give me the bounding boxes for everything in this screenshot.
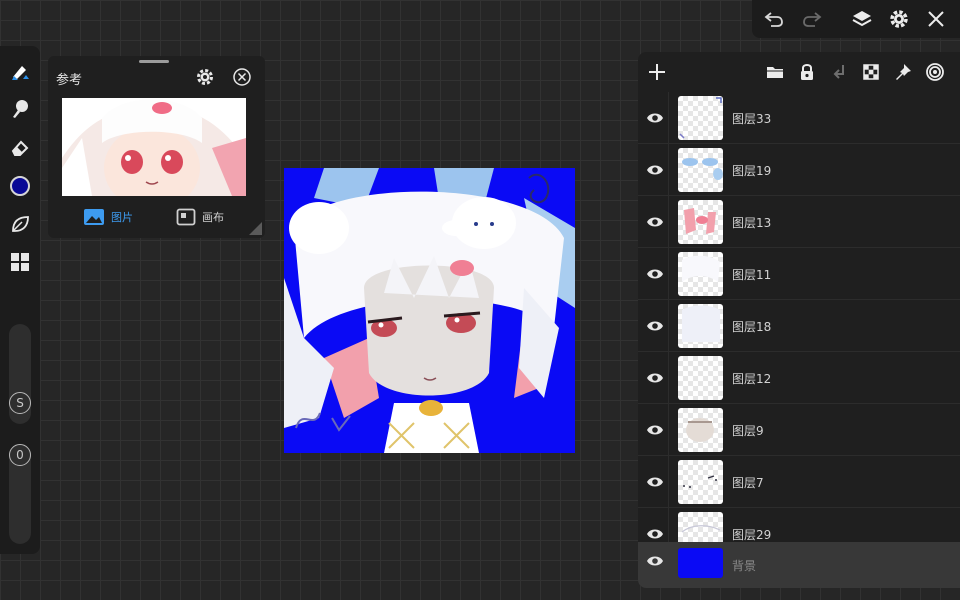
layer-name: 图层7 bbox=[732, 476, 764, 490]
visibility-eye-icon[interactable] bbox=[644, 107, 666, 129]
brush-icon[interactable] bbox=[6, 58, 34, 86]
grid-icon[interactable] bbox=[6, 248, 34, 276]
reference-title: 参考 bbox=[56, 73, 83, 88]
tab-image-label: 图片 bbox=[111, 211, 133, 224]
undo-icon[interactable] bbox=[762, 7, 786, 31]
layers-icon[interactable] bbox=[850, 7, 874, 31]
reference-tabs: 图片 画布 bbox=[62, 202, 246, 232]
target-icon[interactable] bbox=[924, 61, 946, 83]
settings-icon[interactable] bbox=[194, 66, 216, 88]
layer-thumbnail bbox=[678, 548, 723, 578]
leaf-icon[interactable] bbox=[6, 210, 34, 238]
color-swatch[interactable] bbox=[6, 172, 34, 200]
layer-name: 图层13 bbox=[732, 216, 772, 230]
current-color bbox=[10, 176, 30, 196]
close-icon[interactable] bbox=[924, 7, 948, 31]
layer-row-selected[interactable]: 背景 bbox=[638, 542, 960, 588]
layer-name: 图层19 bbox=[732, 164, 772, 178]
reference-image[interactable] bbox=[62, 98, 246, 196]
canvas-icon bbox=[176, 208, 196, 226]
divider bbox=[668, 196, 669, 248]
layer-thumbnail bbox=[678, 460, 723, 504]
redo-icon[interactable] bbox=[800, 7, 824, 31]
divider bbox=[668, 300, 669, 352]
resize-handle-icon[interactable] bbox=[247, 220, 263, 236]
visibility-eye-icon[interactable] bbox=[644, 550, 666, 572]
layer-thumbnail bbox=[678, 200, 723, 244]
layer-thumbnail bbox=[678, 148, 723, 192]
merge-down-icon[interactable] bbox=[828, 61, 850, 83]
visibility-eye-icon[interactable] bbox=[644, 471, 666, 493]
drag-handle[interactable] bbox=[139, 60, 169, 63]
divider bbox=[668, 404, 669, 456]
settings-icon[interactable] bbox=[887, 7, 911, 31]
layer-name: 图层29 bbox=[732, 528, 772, 542]
reference-panel: 参考 图片 画布 bbox=[48, 56, 265, 238]
visibility-eye-icon[interactable] bbox=[644, 263, 666, 285]
layer-row[interactable]: 图层12 bbox=[638, 352, 960, 404]
image-icon bbox=[84, 209, 104, 225]
layer-row[interactable]: 图层18 bbox=[638, 300, 960, 352]
lock-icon[interactable] bbox=[796, 61, 818, 83]
layer-row[interactable]: 图层19 bbox=[638, 144, 960, 196]
layers-toolbar bbox=[638, 52, 960, 92]
divider bbox=[668, 248, 669, 300]
artwork-illustration bbox=[284, 168, 575, 453]
tab-canvas-label: 画布 bbox=[202, 211, 224, 224]
pin-icon[interactable] bbox=[892, 61, 914, 83]
tab-image[interactable]: 图片 bbox=[62, 202, 154, 232]
transparency-icon[interactable] bbox=[860, 61, 882, 83]
layer-name: 图层33 bbox=[732, 112, 772, 126]
tool-strip: S 0 bbox=[0, 46, 40, 554]
layer-thumbnail bbox=[678, 408, 723, 452]
divider bbox=[668, 92, 669, 144]
layer-thumbnail bbox=[678, 356, 723, 400]
divider bbox=[668, 456, 669, 508]
layer-thumbnail bbox=[678, 96, 723, 140]
layer-thumbnail bbox=[678, 252, 723, 296]
close-icon[interactable] bbox=[231, 66, 253, 88]
layer-name: 图层11 bbox=[732, 268, 772, 282]
visibility-eye-icon[interactable] bbox=[644, 367, 666, 389]
top-toolbar bbox=[752, 0, 960, 38]
visibility-eye-icon[interactable] bbox=[644, 315, 666, 337]
divider bbox=[668, 144, 669, 196]
smudge-icon[interactable] bbox=[6, 95, 34, 123]
layers-panel: 图层33 图层19 图层13 图层11 图层18 图层12 图层9 图层7 图层… bbox=[638, 52, 960, 588]
divider bbox=[668, 352, 669, 404]
visibility-eye-icon[interactable] bbox=[644, 159, 666, 181]
layer-row[interactable]: 图层9 bbox=[638, 404, 960, 456]
layer-row[interactable]: 图层33 bbox=[638, 92, 960, 144]
layer-row[interactable]: 图层13 bbox=[638, 196, 960, 248]
layer-name: 背景 bbox=[732, 559, 757, 573]
visibility-eye-icon[interactable] bbox=[644, 211, 666, 233]
layer-thumbnail bbox=[678, 304, 723, 348]
size-indicator: S bbox=[9, 392, 31, 414]
drawing-canvas[interactable] bbox=[284, 168, 575, 453]
layer-row[interactable]: 图层7 bbox=[638, 456, 960, 508]
layer-row[interactable]: 图层11 bbox=[638, 248, 960, 300]
folder-icon[interactable] bbox=[764, 61, 786, 83]
layer-name: 图层9 bbox=[732, 424, 764, 438]
visibility-eye-icon[interactable] bbox=[644, 419, 666, 441]
tab-canvas[interactable]: 画布 bbox=[154, 202, 246, 232]
eraser-icon[interactable] bbox=[6, 134, 34, 162]
layer-name: 图层18 bbox=[732, 320, 772, 334]
layer-name: 图层12 bbox=[732, 372, 772, 386]
opacity-indicator: 0 bbox=[9, 444, 31, 466]
add-layer-icon[interactable] bbox=[646, 61, 668, 83]
